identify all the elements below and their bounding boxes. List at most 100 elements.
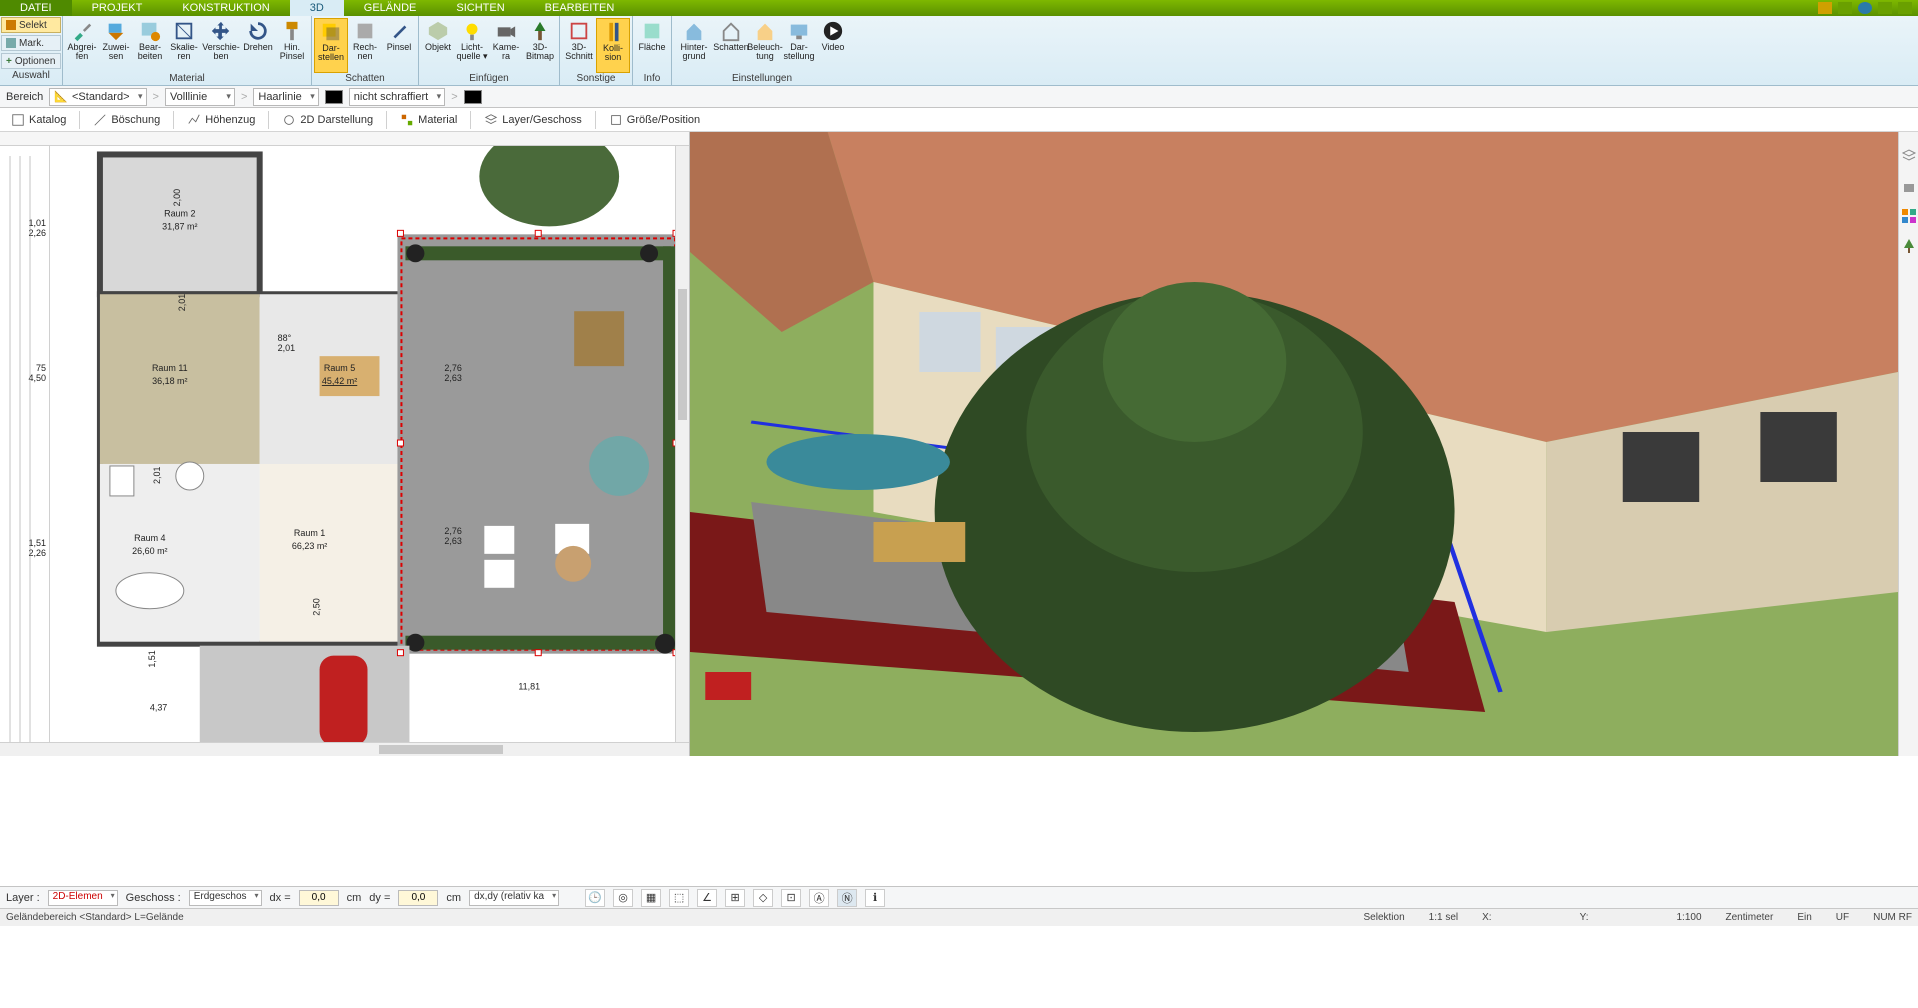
dim-left-1a: 75 xyxy=(36,363,46,373)
tool-skalieren[interactable]: Skalie-ren xyxy=(167,18,201,73)
tool-pinsel[interactable]: Pinsel xyxy=(382,18,416,73)
svg-text:31,87 m²: 31,87 m² xyxy=(162,221,197,231)
menu-tab-3d[interactable]: 3D xyxy=(290,0,344,16)
ortho-icon[interactable]: ⊞ xyxy=(725,889,745,907)
bulb-icon xyxy=(461,20,483,42)
tool-beleuchtung[interactable]: Beleuch-tung xyxy=(748,18,782,73)
hatch-combo[interactable]: nicht schraffiert xyxy=(349,88,445,106)
tool-kollision[interactable]: Kolli-sion xyxy=(596,18,630,73)
tree-panel-icon[interactable] xyxy=(1901,238,1917,254)
svg-text:2,01: 2,01 xyxy=(152,466,162,483)
status-y: Y: xyxy=(1580,912,1589,923)
tool-video[interactable]: Video xyxy=(816,18,850,73)
lineweight-combo[interactable]: Haarlinie xyxy=(253,88,318,106)
plan-canvas[interactable]: Raum 2 31,87 m² Raum 11 36,18 m² Raum 5 … xyxy=(50,146,689,756)
filter-n-icon[interactable]: Ⓝ xyxy=(837,889,857,907)
target-icon[interactable]: ◎ xyxy=(613,889,633,907)
ribbon-group-material: Abgrei-fen Zuwei-sen Bear-beiten Skalie-… xyxy=(63,16,312,85)
svg-text:Raum 5: Raum 5 xyxy=(324,363,355,373)
menu-tab-datei[interactable]: DATEI xyxy=(0,0,72,16)
tool-bearbeiten[interactable]: Bear-beiten xyxy=(133,18,167,73)
tool-schatten-cfg[interactable]: Schatten xyxy=(714,18,748,73)
geschoss-label: Geschoss : xyxy=(126,892,181,904)
coord-mode-combo[interactable]: dx,dy (relativ ka xyxy=(469,890,559,906)
tool-kamera[interactable]: Kame-ra xyxy=(489,18,523,73)
grid2-icon[interactable]: ⊡ xyxy=(781,889,801,907)
diamond-icon[interactable]: ◇ xyxy=(753,889,773,907)
ruler-vertical: 1,01 2,26 75 4,50 1,51 2,26 xyxy=(0,146,50,756)
svg-text:2,63: 2,63 xyxy=(444,536,461,546)
layer-combo[interactable]: 2D-Elemen xyxy=(48,890,118,906)
menu-tab-sichten[interactable]: SICHTEN xyxy=(436,0,524,16)
menu-tab-konstruktion[interactable]: KONSTRUKTION xyxy=(162,0,289,16)
svg-text:2,01: 2,01 xyxy=(177,294,187,311)
tool-abgreifen[interactable]: Abgrei-fen xyxy=(65,18,99,73)
pencil-icon[interactable] xyxy=(1818,2,1832,14)
mark-button[interactable]: Mark. xyxy=(1,35,61,51)
fill-color-swatch[interactable] xyxy=(464,90,482,104)
status-unit: Zentimeter xyxy=(1726,912,1774,923)
line-color-swatch[interactable] xyxy=(325,90,343,104)
tool-verschieben[interactable]: Verschie-ben xyxy=(201,18,241,73)
calc-icon xyxy=(354,20,376,42)
linestyle-combo[interactable]: Volllinie xyxy=(165,88,235,106)
color-palette-icon[interactable] xyxy=(1901,208,1917,224)
tool-hin-pinsel[interactable]: Hin.Pinsel xyxy=(275,18,309,73)
maximize-icon[interactable] xyxy=(1878,2,1892,14)
3d-view[interactable] xyxy=(690,132,1898,756)
tool-drehen[interactable]: Drehen xyxy=(241,18,275,73)
scrollbar-vertical[interactable] xyxy=(675,146,689,742)
lighting-icon xyxy=(754,20,776,42)
menu-tab-gelaende[interactable]: GELÄNDE xyxy=(344,0,437,16)
info-icon[interactable]: ℹ xyxy=(865,889,885,907)
grid-icon[interactable]: ▦ xyxy=(641,889,661,907)
tool-darstellung[interactable]: Dar-stellung xyxy=(782,18,816,73)
tool-rechnen[interactable]: Rech-nen xyxy=(348,18,382,73)
filter-a-icon[interactable]: Ⓐ xyxy=(809,889,829,907)
options-button[interactable]: +Optionen xyxy=(1,53,61,69)
btn-katalog[interactable]: Katalog xyxy=(4,110,73,130)
dx-input[interactable] xyxy=(299,890,339,906)
dx-unit: cm xyxy=(347,892,362,904)
btn-hoehenzug[interactable]: Höhenzug xyxy=(180,110,262,130)
armchair-icon[interactable] xyxy=(1901,178,1917,194)
btn-material[interactable]: Material xyxy=(393,110,464,130)
clock-icon[interactable]: 🕒 xyxy=(585,889,605,907)
group-label-schatten: Schatten xyxy=(312,73,418,85)
bereich-combo[interactable]: 📐<Standard> xyxy=(49,88,146,106)
tool-objekt[interactable]: Objekt xyxy=(421,18,455,73)
layers-icon xyxy=(484,113,498,127)
snap-icon[interactable]: ⬚ xyxy=(669,889,689,907)
ribbon-group-einstellungen: Hinter-grund Schatten Beleuch-tung Dar-s… xyxy=(672,16,852,85)
tool-lichtquelle[interactable]: Licht-quelle ▾ xyxy=(455,18,489,73)
2d-view[interactable]: 1,01 2,26 75 4,50 1,51 2,26 xyxy=(0,132,690,756)
tool-darstellen[interactable]: Dar-stellen xyxy=(314,18,348,73)
tool-hintergrund[interactable]: Hinter-grund xyxy=(674,18,714,73)
tool-flaeche[interactable]: Fläche xyxy=(635,18,669,73)
menu-tab-projekt[interactable]: PROJEKT xyxy=(72,0,163,16)
tool-3d-schnitt[interactable]: 3D-Schnitt xyxy=(562,18,596,73)
btn-boeschung[interactable]: Böschung xyxy=(86,110,167,130)
layers-panel-icon[interactable] xyxy=(1901,148,1917,164)
help-icon[interactable] xyxy=(1858,2,1872,14)
scrollbar-horizontal[interactable] xyxy=(0,742,689,756)
menu-tab-bearbeiten[interactable]: BEARBEITEN xyxy=(525,0,635,16)
display-icon xyxy=(788,20,810,42)
group-label-einstellungen: Einstellungen xyxy=(672,73,852,85)
btn-groesse-position[interactable]: Größe/Position xyxy=(602,110,707,130)
select-button[interactable]: Selekt xyxy=(1,17,61,33)
geschoss-combo[interactable]: Erdgeschos xyxy=(189,890,262,906)
close-icon[interactable] xyxy=(1898,2,1912,14)
group-label-einfuegen: Einfügen xyxy=(419,73,559,85)
tool-3d-bitmap[interactable]: 3D-Bitmap xyxy=(523,18,557,73)
svg-text:26,60 m²: 26,60 m² xyxy=(132,546,167,556)
minimize-icon[interactable] xyxy=(1838,2,1852,14)
btn-2d-darstellung[interactable]: 2D Darstellung xyxy=(275,110,380,130)
dy-input[interactable] xyxy=(398,890,438,906)
gear-icon xyxy=(282,113,296,127)
btn-layer-geschoss[interactable]: Layer/Geschoss xyxy=(477,110,588,130)
dim-left-0b: 2,26 xyxy=(28,228,46,238)
tool-zuweisen[interactable]: Zuwei-sen xyxy=(99,18,133,73)
angle-icon[interactable]: ∠ xyxy=(697,889,717,907)
status-bar: Geländebereich <Standard> L=Gelände Sele… xyxy=(0,908,1918,926)
